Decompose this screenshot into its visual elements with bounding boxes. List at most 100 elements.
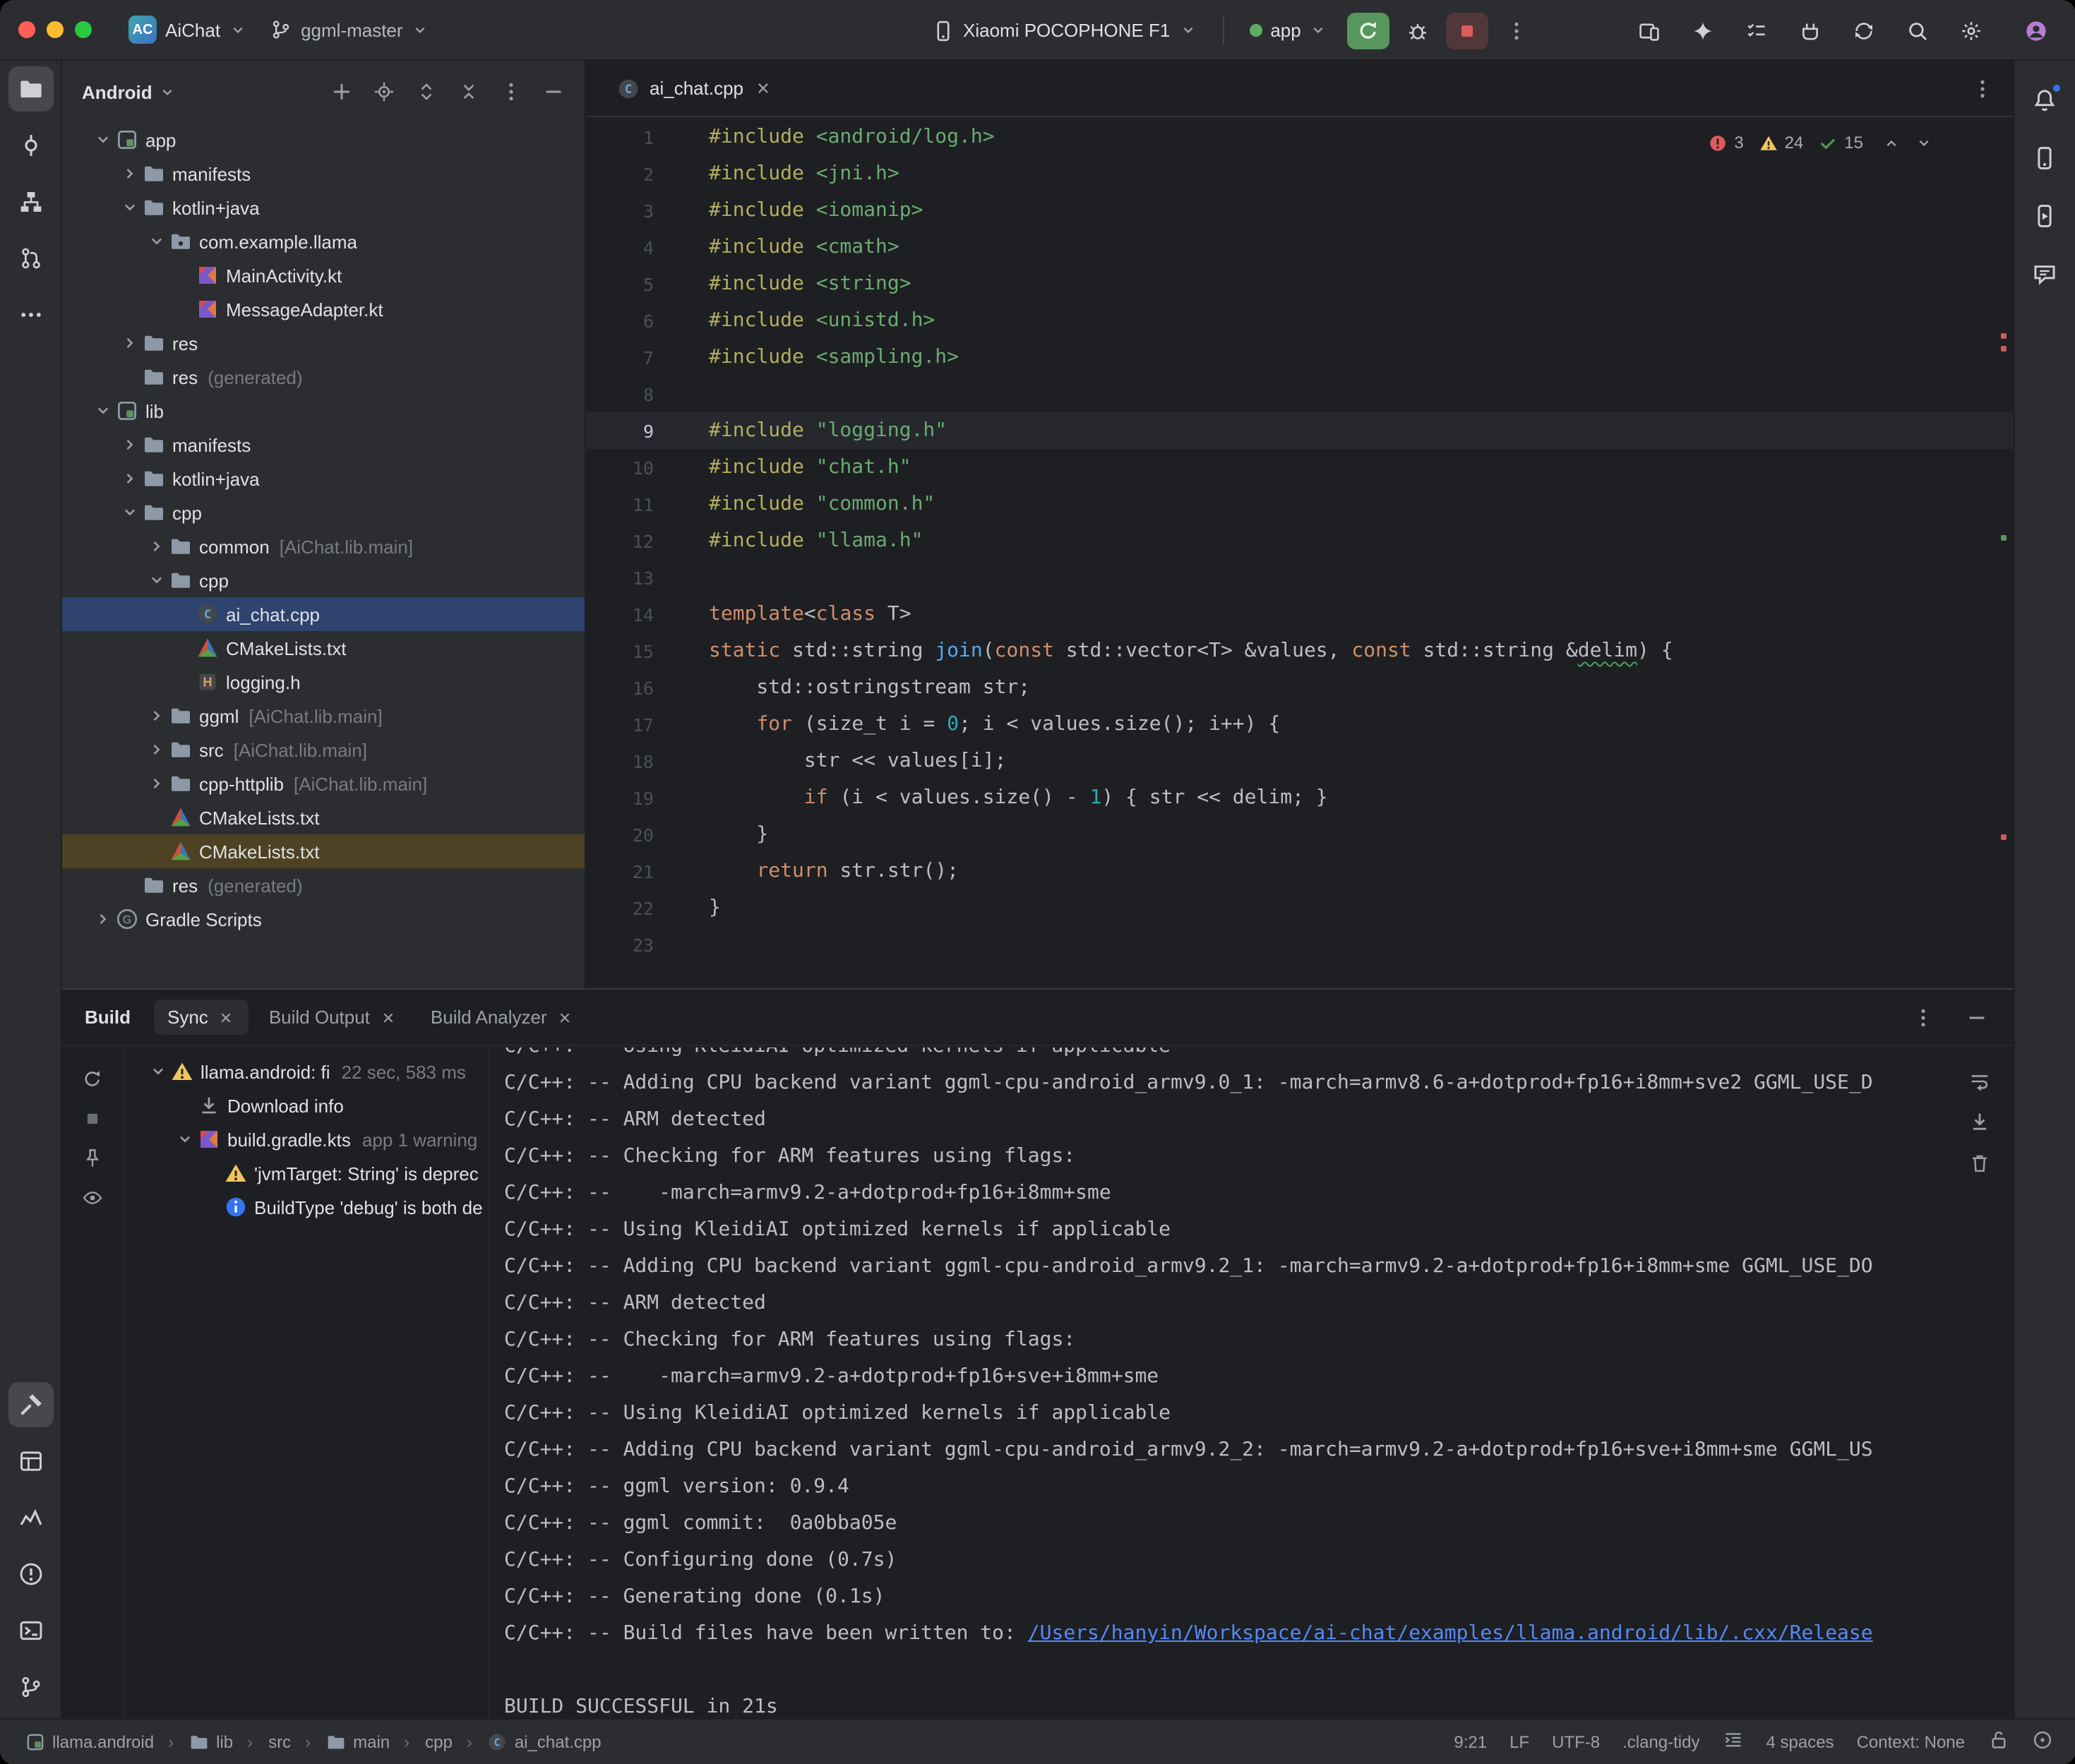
zoom-button[interactable] — [75, 21, 92, 38]
chevron-right-icon[interactable] — [144, 706, 168, 726]
build-tree-item[interactable]: build.gradle.ktsapp 1 warning — [124, 1122, 489, 1156]
pull-requests-tool-button[interactable] — [8, 236, 53, 281]
indent-size-widget[interactable]: 4 spaces — [1766, 1732, 1834, 1751]
code-line[interactable]: 15static std::string join(const std::vec… — [586, 632, 2013, 669]
file-lock-widget[interactable] — [1987, 1729, 2009, 1754]
project-selector[interactable]: AC AiChat — [117, 10, 258, 49]
project-tree-item[interactable]: Hlogging.h — [62, 665, 585, 699]
plugins-button[interactable] — [1790, 12, 1829, 49]
code-line[interactable]: 16 std::ostringstream str; — [586, 669, 2013, 706]
notifications-tool-button[interactable] — [2022, 78, 2067, 123]
stop-button[interactable] — [1447, 12, 1489, 49]
rerun-build-button[interactable] — [76, 1062, 109, 1096]
code-line[interactable]: 18 str << values[i]; — [586, 743, 2013, 779]
hide-button[interactable] — [1959, 1000, 1993, 1034]
kebab-button[interactable] — [1906, 1000, 1939, 1034]
clang-tidy-widget[interactable]: .clang-tidy — [1622, 1732, 1699, 1751]
more-run-actions-button[interactable] — [1497, 12, 1537, 49]
build-tab-build-analyzer[interactable]: Build Analyzer — [417, 1000, 588, 1035]
project-tree-item[interactable]: com.example.llama — [62, 224, 585, 258]
app-inspection-tool-button[interactable] — [8, 1438, 53, 1483]
chevron-down-icon[interactable] — [144, 232, 168, 251]
project-tree-item[interactable]: ggml[AiChat.lib.main] — [62, 699, 585, 733]
code-line[interactable]: 5#include <string> — [586, 265, 2013, 302]
code-line[interactable]: 2#include <jni.h> — [586, 155, 2013, 192]
caret-position-widget[interactable]: 9:21 — [1454, 1732, 1487, 1751]
run-config-selector[interactable]: app — [1238, 14, 1339, 47]
breadcrumb[interactable]: Cai_chat.cpp — [461, 1729, 607, 1754]
inspections-status-widget[interactable] — [2031, 1729, 2052, 1754]
build-console[interactable]: C/C++: -- Using KleidiAI optimized kerne… — [490, 1048, 2013, 1717]
next-problem-icon[interactable] — [1911, 130, 1937, 155]
project-tree-item[interactable]: res — [62, 326, 585, 360]
project-tree-item[interactable]: common[AiChat.lib.main] — [62, 529, 585, 563]
search-button[interactable] — [1897, 12, 1937, 49]
project-tree-item[interactable]: CMakeLists.txt — [62, 631, 585, 665]
code-line[interactable]: 17 for (size_t i = 0; i < values.size();… — [586, 706, 2013, 743]
code-line[interactable]: 7#include <sampling.h> — [586, 339, 2013, 376]
commit-tool-button[interactable] — [8, 123, 53, 168]
chevron-right-icon[interactable] — [144, 536, 168, 556]
prev-problem-icon[interactable] — [1879, 130, 1904, 155]
sync-status-button[interactable] — [1843, 12, 1883, 49]
build-tab-build-output[interactable]: Build Output — [255, 1000, 411, 1035]
more-tool-button[interactable] — [8, 292, 53, 337]
project-tree-item[interactable]: res(generated) — [62, 868, 585, 902]
project-tree-item[interactable]: MainActivity.kt — [62, 258, 585, 292]
console-link[interactable]: /Users/hanyin/Workspace/ai-chat/examples… — [1028, 1622, 1873, 1645]
kebab-button[interactable] — [494, 75, 528, 109]
structure-tool-button[interactable] — [8, 179, 53, 224]
project-tree-item[interactable]: GGradle Scripts — [62, 902, 585, 936]
code-line[interactable]: 23 — [586, 926, 2013, 963]
build-tree-item[interactable]: 'jvmTarget: String' is deprec — [124, 1156, 489, 1190]
code-line[interactable]: 19 if (i < values.size() - 1) { str << d… — [586, 779, 2013, 816]
project-tree-item[interactable]: src[AiChat.lib.main] — [62, 733, 585, 767]
chevron-right-icon[interactable] — [90, 909, 114, 929]
project-tool-button[interactable] — [8, 66, 53, 112]
running-devices-tool-button[interactable] — [2022, 193, 2067, 239]
project-tree-item[interactable]: kotlin+java — [62, 462, 585, 496]
pin-button[interactable] — [76, 1141, 109, 1175]
code-line[interactable]: 8 — [586, 376, 2013, 412]
profiler-tool-button[interactable] — [8, 1494, 53, 1540]
chevron-down-icon[interactable] — [117, 503, 141, 522]
project-tree-item[interactable]: res(generated) — [62, 360, 585, 394]
add-button[interactable] — [325, 75, 359, 109]
soft-wrap-button[interactable] — [1962, 1064, 1996, 1098]
project-view-selector[interactable]: Android — [82, 81, 177, 102]
expand-all-button[interactable] — [409, 75, 443, 109]
build-tool-button[interactable] — [8, 1381, 53, 1427]
chevron-down-icon[interactable] — [90, 130, 114, 150]
chevron-down-icon[interactable] — [144, 570, 168, 590]
file-encoding-widget[interactable]: UTF-8 — [1552, 1732, 1600, 1751]
close-tab-icon[interactable] — [753, 79, 772, 97]
chevron-down-icon[interactable] — [145, 1062, 169, 1081]
stop-build-button[interactable] — [76, 1101, 109, 1135]
breadcrumb[interactable]: src — [241, 1729, 297, 1754]
chevron-right-icon[interactable] — [144, 740, 168, 760]
inspections-widget[interactable]: 3 24 15 — [1697, 126, 1948, 160]
scroll-to-end-button[interactable] — [1962, 1105, 1996, 1139]
project-tree-item[interactable]: lib — [62, 394, 585, 428]
project-tree-item[interactable]: CMakeLists.txt — [62, 834, 585, 868]
project-tree-item[interactable]: app — [62, 123, 585, 157]
close-button[interactable] — [18, 21, 35, 38]
build-tree-item[interactable]: BuildType 'debug' is both de — [124, 1190, 489, 1224]
device-mirror-button[interactable] — [1629, 12, 1668, 49]
code-line[interactable]: 4#include <cmath> — [586, 229, 2013, 265]
code-line[interactable]: 20 } — [586, 816, 2013, 853]
chevron-down-icon[interactable] — [90, 401, 114, 421]
version-control-tool-button[interactable] — [8, 1664, 53, 1709]
profile-avatar[interactable] — [2017, 11, 2055, 49]
preview-button[interactable] — [76, 1180, 109, 1214]
project-tree-item[interactable]: manifests — [62, 157, 585, 191]
debug-button[interactable] — [1399, 12, 1438, 49]
project-tree-item[interactable]: cpp-httplib[AiChat.lib.main] — [62, 767, 585, 800]
chevron-right-icon[interactable] — [117, 333, 141, 353]
chevron-right-icon[interactable] — [117, 469, 141, 488]
code-line[interactable]: 22} — [586, 889, 2013, 926]
breadcrumb[interactable]: cpp — [398, 1729, 458, 1754]
project-tree-item[interactable]: manifests — [62, 428, 585, 462]
breadcrumb[interactable]: main — [299, 1729, 395, 1754]
code-line[interactable]: 14template<class T> — [586, 596, 2013, 632]
